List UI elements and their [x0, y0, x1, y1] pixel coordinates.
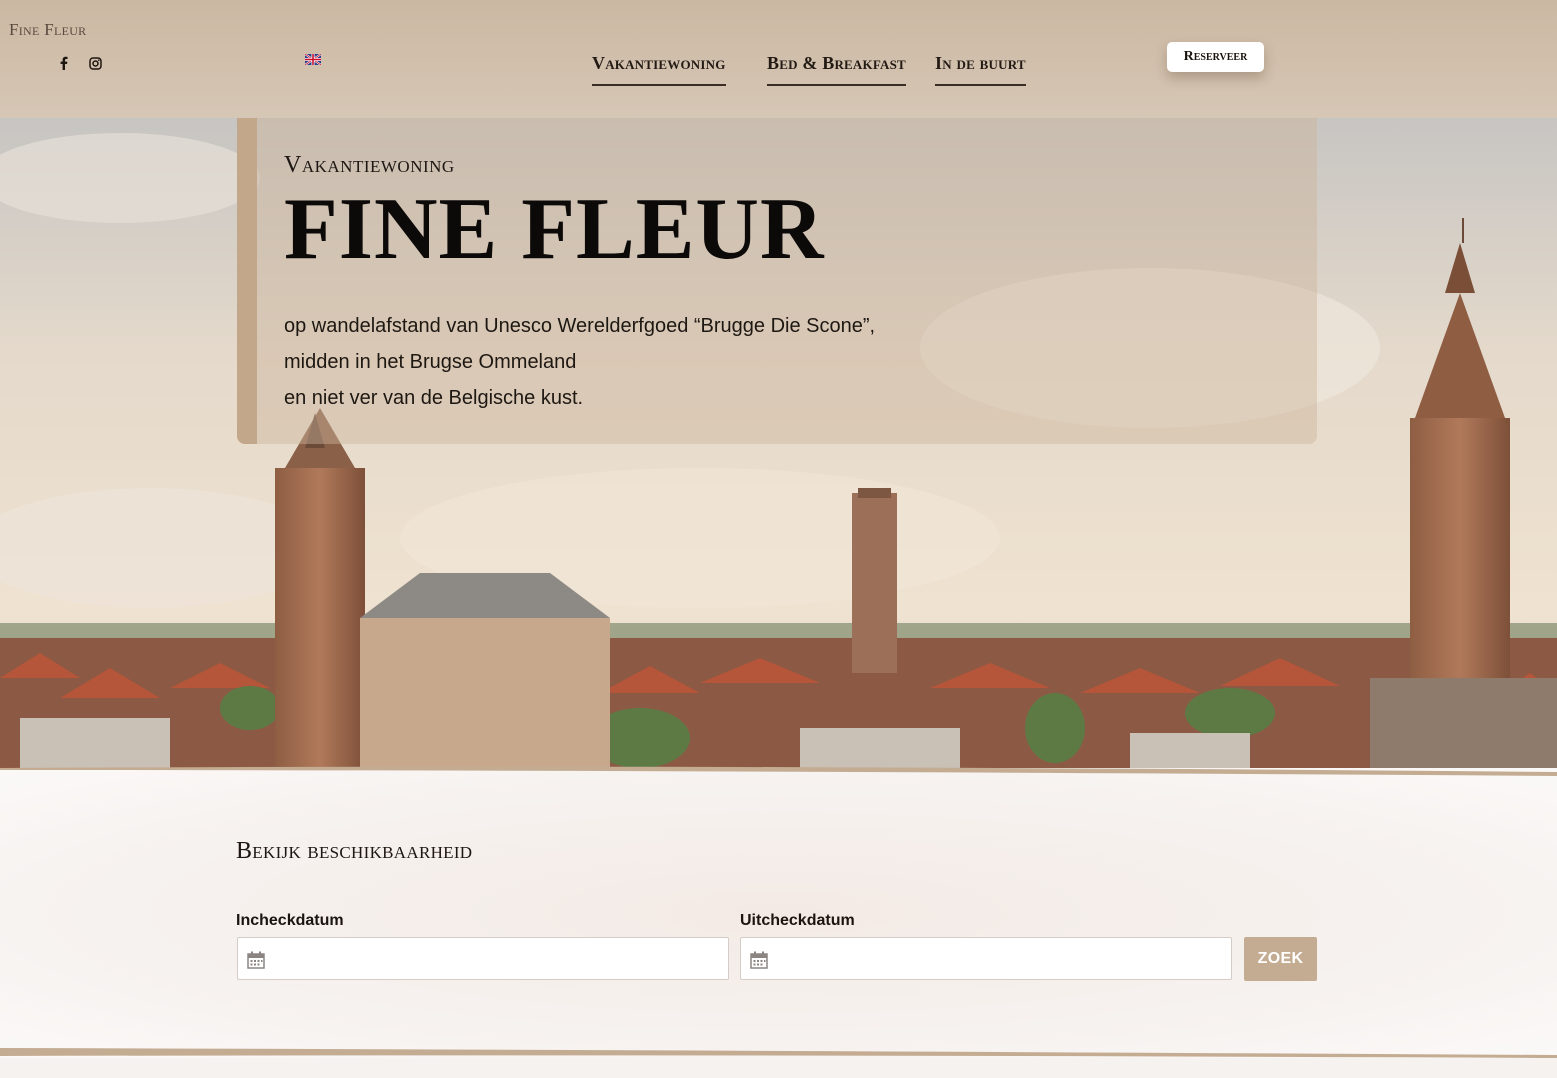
- intro-line-2: midden in het Brugse Ommeland: [284, 351, 577, 373]
- intro-line-1: op wandelafstand van Unesco Werelderfgoe…: [284, 315, 876, 337]
- search-button[interactable]: ZOEK: [1244, 937, 1317, 981]
- hero-title: FINE FLEUR: [284, 181, 825, 278]
- hero-section: Vakantiewoning FINE FLEUR op wandelafsta…: [0, 118, 1557, 776]
- nav-in-de-buurt[interactable]: In de buurt: [935, 53, 1026, 86]
- site-brand[interactable]: Fine Fleur: [9, 20, 86, 40]
- facebook-icon[interactable]: [54, 54, 72, 72]
- hero-intro-panel: Vakantiewoning FINE FLEUR op wandelafsta…: [237, 118, 1317, 444]
- section-divider: [0, 766, 1557, 776]
- nav-vakantiewoning[interactable]: Vakantiewoning: [592, 53, 726, 86]
- instagram-icon[interactable]: [86, 54, 104, 72]
- hero-kicker: Vakantiewoning: [284, 152, 455, 178]
- footer-strip: [0, 1058, 1557, 1078]
- nav-bed-breakfast[interactable]: Bed & Breakfast: [767, 53, 906, 86]
- panel-accent-bar: [237, 118, 257, 444]
- uk-flag-icon[interactable]: [304, 52, 322, 66]
- calendar-icon: [247, 951, 265, 974]
- availability-title: Bekijk beschikbaarheid: [236, 838, 473, 864]
- calendar-icon: [750, 951, 768, 974]
- checkin-label: Incheckdatum: [236, 912, 344, 929]
- checkout-date-input[interactable]: [740, 937, 1232, 980]
- reserve-button[interactable]: Reserveer: [1167, 42, 1264, 72]
- intro-line-3: en niet ver van de Belgische kust.: [284, 387, 584, 409]
- site-header: Fine Fleur Vakantiewoning Bed & Breakfas…: [0, 0, 1557, 118]
- checkout-label: Uitcheckdatum: [740, 912, 855, 929]
- checkin-date-input[interactable]: [237, 937, 729, 980]
- hero-intro-text: op wandelafstand van Unesco Werelderfgoe…: [284, 308, 875, 416]
